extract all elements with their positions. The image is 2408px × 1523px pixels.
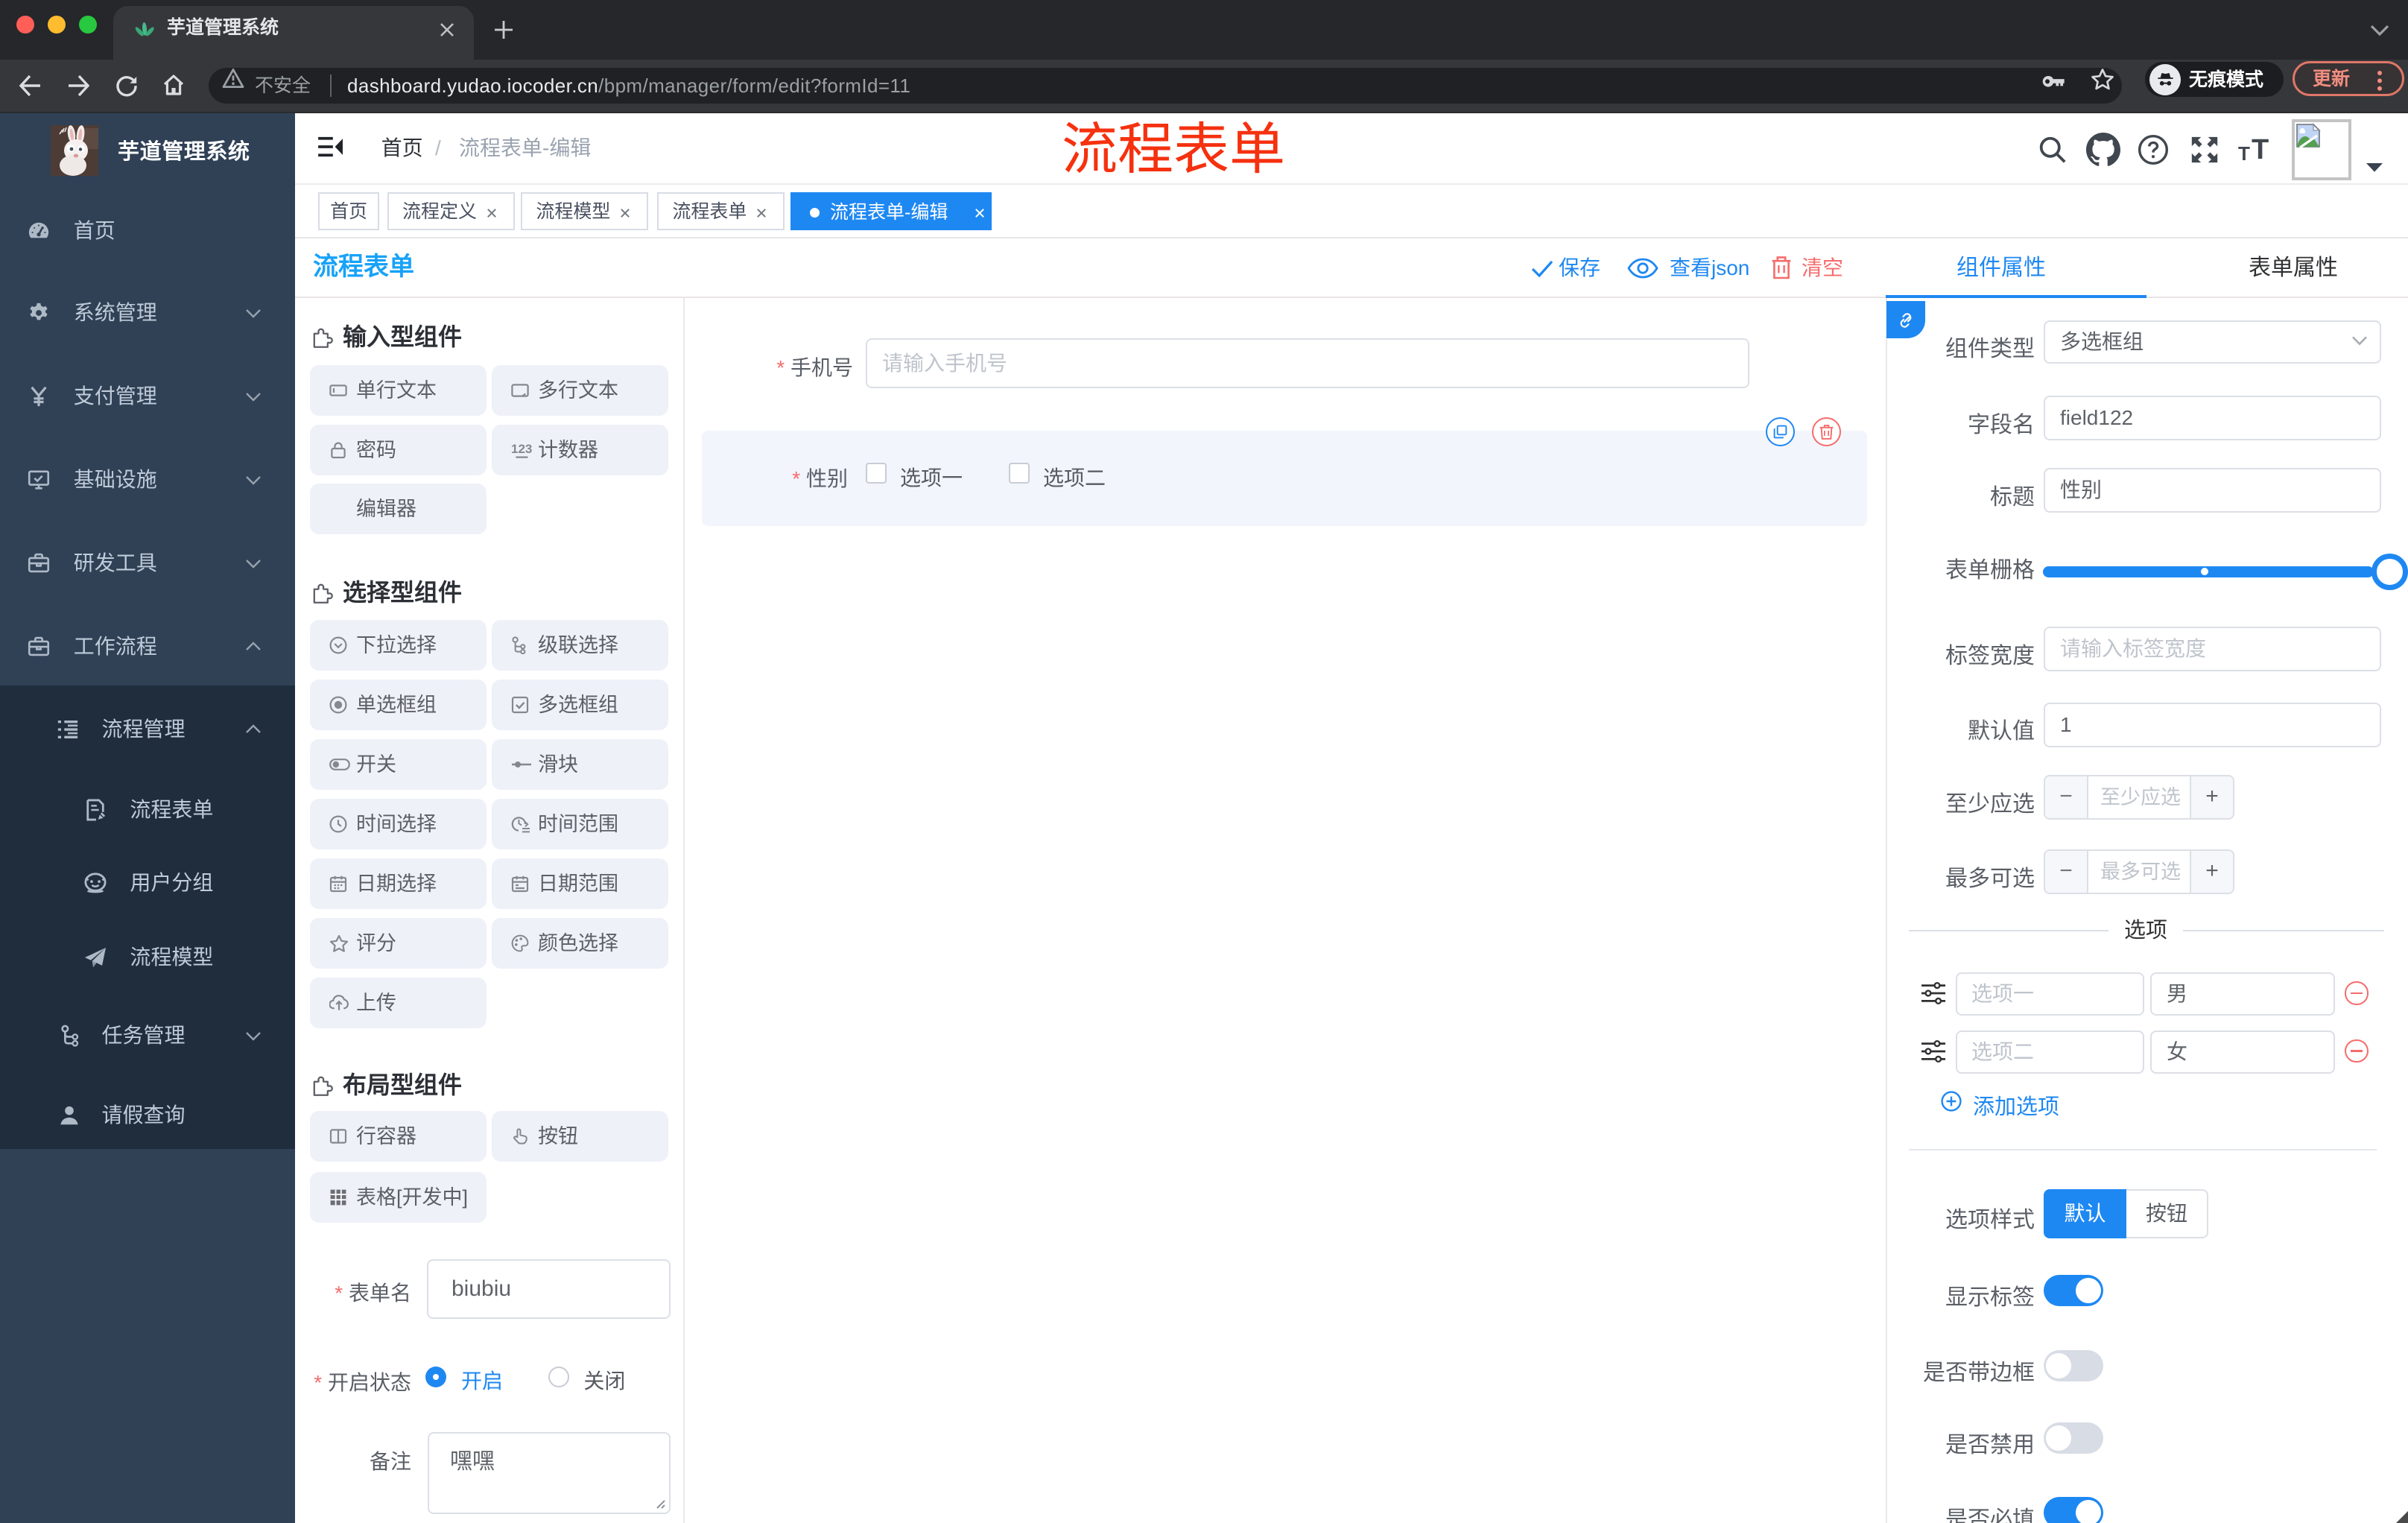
svg-text:123: 123 — [511, 442, 532, 456]
